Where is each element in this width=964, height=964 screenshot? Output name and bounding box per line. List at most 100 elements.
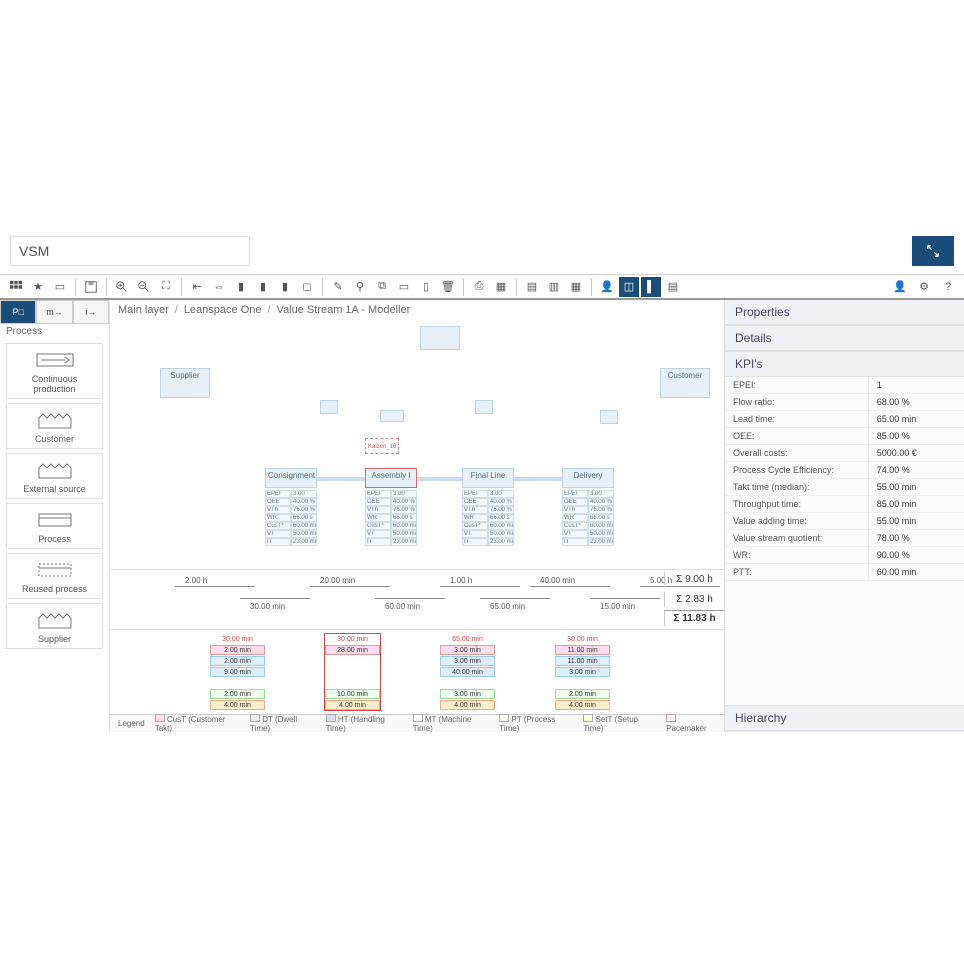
palette-process[interactable]: Process bbox=[6, 503, 103, 549]
legend-title: Legend bbox=[118, 719, 145, 728]
palette-reused-process[interactable]: Reused process bbox=[6, 553, 103, 599]
layout3-icon[interactable]: ▦ bbox=[566, 277, 586, 297]
paste-icon[interactable]: ▭ bbox=[394, 277, 414, 297]
right-panel: Properties Details KPI's EPEI:1Flow rati… bbox=[724, 300, 964, 732]
star-icon[interactable]: ★ bbox=[28, 277, 48, 297]
consignment-node[interactable]: Consignment bbox=[265, 468, 317, 488]
palette-supplier[interactable]: Supplier bbox=[6, 603, 103, 649]
info-node-3[interactable] bbox=[475, 400, 493, 414]
fit-icon[interactable]: ⛶ bbox=[156, 277, 176, 297]
canvas-area: Main layer / Leanspace One / Value Strea… bbox=[110, 300, 724, 732]
assembly-node[interactable]: Assembly I bbox=[365, 468, 417, 488]
layout1-icon[interactable]: ▤ bbox=[522, 277, 542, 297]
align-v2-icon[interactable]: ▮ bbox=[253, 277, 273, 297]
legend: Legend CusT (Customer Takt) DT (Dwell Ti… bbox=[110, 714, 724, 732]
palette-customer[interactable]: Customer bbox=[6, 403, 103, 449]
title-bar: VSM bbox=[0, 232, 964, 270]
kpi-row: Process Cycle Efficiency:74.00 % bbox=[725, 462, 964, 479]
copy-icon[interactable]: ⧉ bbox=[372, 277, 392, 297]
doc-icon[interactable]: ▤ bbox=[663, 277, 683, 297]
diagram-canvas[interactable]: Supplier Customer Kaizen_16 Consignment … bbox=[110, 320, 724, 569]
timeline-bottom-label: 15.00 min bbox=[600, 602, 635, 611]
zoom-out-icon[interactable] bbox=[134, 277, 154, 297]
detail-col: 30.00 min11.00 min11.00 min3.00 min2.00 … bbox=[555, 634, 610, 710]
main-row: P□ m→ i→ Process Continuous productionCu… bbox=[0, 300, 964, 732]
legend-item: Pacemaker bbox=[666, 714, 716, 733]
image-icon[interactable]: ▦ bbox=[491, 277, 511, 297]
palette-icon bbox=[11, 348, 98, 372]
sidebar-tab-process[interactable]: P□ bbox=[0, 300, 36, 324]
align-left-icon[interactable]: ⇤ bbox=[187, 277, 207, 297]
pencil-icon[interactable]: ✎ bbox=[328, 277, 348, 297]
legend-item: SetT (Setup Time) bbox=[583, 714, 656, 733]
detail-col: 65.00 min3.00 min3.00 min40.00 min3.00 m… bbox=[440, 634, 495, 710]
process-data-table: EPEI3.00OEE40.00 %VTh76.00 %WR66.00 sCus… bbox=[462, 490, 514, 546]
sidebar: P□ m→ i→ Process Continuous productionCu… bbox=[0, 300, 110, 732]
select-icon[interactable]: ◻ bbox=[297, 277, 317, 297]
palette-icon bbox=[11, 558, 98, 582]
process-data-table: EPEI3.00OEE40.00 %VTh76.00 %WR66.00 sCus… bbox=[365, 490, 417, 546]
timeline-bottom-label: 65.00 min bbox=[490, 602, 525, 611]
panel-icon[interactable]: ▌ bbox=[641, 277, 661, 297]
breadcrumb-1[interactable]: Leanspace One bbox=[184, 304, 262, 316]
gear-icon[interactable]: ⚙ bbox=[914, 277, 934, 297]
customer-node[interactable]: Customer bbox=[660, 368, 710, 398]
sum-top: Σ 9.00 h bbox=[664, 572, 724, 587]
app-container: VSM ★ ▭ ⛶ ⇤ ⇔ ▮ ▮ ▮ ◻ ✎ ⚲ ⧉ ▭ ▯ 🗑 ⎙ ▦ ▤ … bbox=[0, 232, 964, 732]
sum-total: Σ 11.83 h bbox=[664, 610, 724, 626]
chart-icon[interactable]: ◫ bbox=[619, 277, 639, 297]
kpis-header[interactable]: KPI's bbox=[725, 352, 964, 377]
sidebar-tab-info[interactable]: i→ bbox=[73, 300, 109, 324]
hierarchy-header[interactable]: Hierarchy bbox=[725, 706, 964, 731]
print-icon[interactable]: ⎙ bbox=[469, 277, 489, 297]
user-icon[interactable]: 👤 bbox=[597, 277, 617, 297]
breadcrumb-2[interactable]: Value Stream 1A - Modeller bbox=[277, 304, 411, 316]
info-node-1[interactable] bbox=[320, 400, 338, 414]
layout2-icon[interactable]: ▥ bbox=[544, 277, 564, 297]
palette-icon bbox=[11, 608, 98, 632]
sidebar-tab-material[interactable]: m→ bbox=[36, 300, 72, 324]
grid-icon[interactable] bbox=[6, 277, 26, 297]
legend-item: DT (Dwell Time) bbox=[250, 714, 316, 733]
detail-area: 30.00 min2.00 min2.00 min9.00 min2.00 mi… bbox=[110, 629, 724, 714]
title-input[interactable]: VSM bbox=[10, 236, 250, 266]
help-icon[interactable]: ? bbox=[938, 277, 958, 297]
palette-icon bbox=[11, 408, 98, 432]
delivery-node[interactable]: Delivery bbox=[562, 468, 614, 488]
duplicate-icon[interactable]: ▯ bbox=[416, 277, 436, 297]
sum-mid: Σ 2.83 h bbox=[664, 592, 724, 607]
kpi-row: Value adding time:55.00 min bbox=[725, 513, 964, 530]
timeline-top-label: 40.00 min bbox=[540, 576, 575, 585]
align-center-icon[interactable]: ⇔ bbox=[209, 277, 229, 297]
properties-header[interactable]: Properties bbox=[725, 300, 964, 325]
supplier-node[interactable]: Supplier bbox=[160, 368, 210, 398]
profile-icon[interactable]: 👤 bbox=[890, 277, 910, 297]
kaizen-node[interactable]: Kaizen_16 bbox=[365, 438, 399, 454]
timeline-top-label: 20.00 min bbox=[320, 576, 355, 585]
control-node[interactable] bbox=[420, 326, 460, 350]
finalline-node[interactable]: Final Line bbox=[462, 468, 514, 488]
kpi-row: Lead time:65.00 min bbox=[725, 411, 964, 428]
align-v3-icon[interactable]: ▮ bbox=[275, 277, 295, 297]
stamp-icon[interactable]: ⚲ bbox=[350, 277, 370, 297]
palette-external-source[interactable]: External source bbox=[6, 453, 103, 499]
legend-item: HT (Handling Time) bbox=[326, 714, 403, 733]
info-node-2[interactable] bbox=[380, 410, 404, 422]
align-v1-icon[interactable]: ▮ bbox=[231, 277, 251, 297]
breadcrumb-0[interactable]: Main layer bbox=[118, 304, 169, 316]
trash-icon[interactable]: 🗑 bbox=[438, 277, 458, 297]
timeline-top-label: 2.00 h bbox=[185, 576, 207, 585]
palette-continuous-production[interactable]: Continuous production bbox=[6, 343, 103, 399]
kpi-row: Throughput time:85.00 min bbox=[725, 496, 964, 513]
process-data-table: EPEI3.00OEE40.00 %VTh76.00 %WR66.00 sCus… bbox=[265, 490, 317, 546]
legend-item: MT (Machine Time) bbox=[413, 714, 490, 733]
save-icon[interactable] bbox=[81, 277, 101, 297]
legend-item: CusT (Customer Takt) bbox=[155, 714, 240, 733]
info-node-4[interactable] bbox=[600, 410, 618, 424]
title-text: VSM bbox=[19, 243, 49, 259]
window-icon[interactable]: ▭ bbox=[50, 277, 70, 297]
details-header[interactable]: Details bbox=[725, 326, 964, 351]
expand-button[interactable] bbox=[912, 236, 954, 266]
detail-col: 30.00 min28.00 min10.00 min4.00 min bbox=[325, 634, 380, 710]
zoom-in-icon[interactable] bbox=[112, 277, 132, 297]
